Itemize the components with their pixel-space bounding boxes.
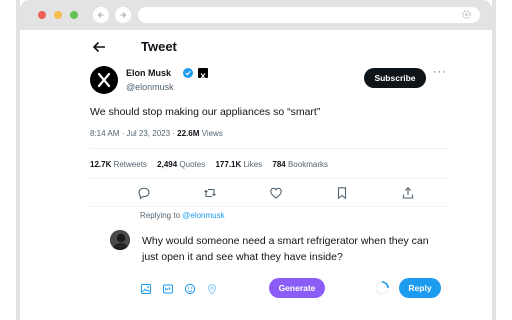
user-avatar[interactable]	[110, 230, 130, 250]
quotes-stat[interactable]: 2,494 Quotes	[157, 160, 205, 169]
x-logo-icon	[97, 72, 111, 88]
like-icon[interactable]	[269, 186, 283, 200]
retweets-stat[interactable]: 12.7K Retweets	[90, 160, 147, 169]
maximize-window-button[interactable]	[70, 11, 78, 19]
back-button[interactable]	[90, 38, 108, 56]
arrow-left-icon	[97, 12, 104, 18]
views-label: Views	[199, 129, 223, 138]
close-window-button[interactable]	[38, 11, 46, 19]
views-count: 22.6M	[177, 129, 200, 138]
author-handle[interactable]: @elonmusk	[126, 82, 174, 92]
gif-icon[interactable]	[162, 283, 174, 295]
browser-window: Tweet Elon Musk @elonmusk Subscribe ··· …	[16, 0, 496, 320]
replying-to-handle[interactable]: @elonmusk	[182, 211, 224, 220]
browser-toolbar	[20, 0, 492, 30]
tweet-stats: 12.7K Retweets 2,494 Quotes 177.1K Likes…	[90, 160, 336, 169]
tweet-text: We should stop making our appliances so …	[90, 106, 321, 118]
browser-back-button[interactable]	[93, 7, 109, 23]
likes-stat[interactable]: 177.1K Likes	[215, 160, 262, 169]
reply-textarea[interactable]: Why would someone need a smart refrigera…	[142, 233, 442, 265]
share-icon[interactable]	[401, 186, 415, 200]
replying-to: Replying to @elonmusk	[140, 211, 225, 220]
more-options-icon[interactable]: ···	[433, 66, 447, 78]
verified-badge-icon	[183, 68, 193, 78]
retweet-icon[interactable]	[203, 186, 217, 200]
image-icon[interactable]	[140, 283, 152, 295]
reply-button[interactable]: Reply	[399, 278, 441, 298]
subscribe-button[interactable]: Subscribe	[364, 68, 426, 88]
tweet-actions	[90, 186, 450, 200]
author-name[interactable]: Elon Musk	[126, 68, 171, 78]
settings-icon[interactable]	[461, 9, 472, 20]
tweet-metadata: 8:14 AM · Jul 23, 2023 · 22.6M Views	[90, 129, 223, 138]
divider	[90, 178, 450, 179]
bookmarks-stat[interactable]: 784 Bookmarks	[272, 160, 328, 169]
author-avatar[interactable]	[90, 66, 118, 94]
character-count-ring	[375, 281, 389, 295]
location-icon[interactable]	[206, 283, 218, 295]
minimize-window-button[interactable]	[54, 11, 62, 19]
affiliate-badge-icon	[198, 68, 208, 79]
bookmark-icon[interactable]	[335, 186, 349, 200]
divider	[90, 148, 450, 149]
browser-forward-button[interactable]	[115, 7, 131, 23]
tweet-timestamp[interactable]: 8:14 AM · Jul 23, 2023 ·	[90, 129, 177, 138]
page-title: Tweet	[141, 39, 177, 54]
arrow-right-icon	[120, 12, 127, 18]
generate-button[interactable]: Generate	[269, 278, 325, 298]
emoji-icon[interactable]	[184, 283, 196, 295]
divider	[90, 206, 450, 207]
reply-icon[interactable]	[137, 186, 151, 200]
url-bar[interactable]	[138, 7, 480, 23]
